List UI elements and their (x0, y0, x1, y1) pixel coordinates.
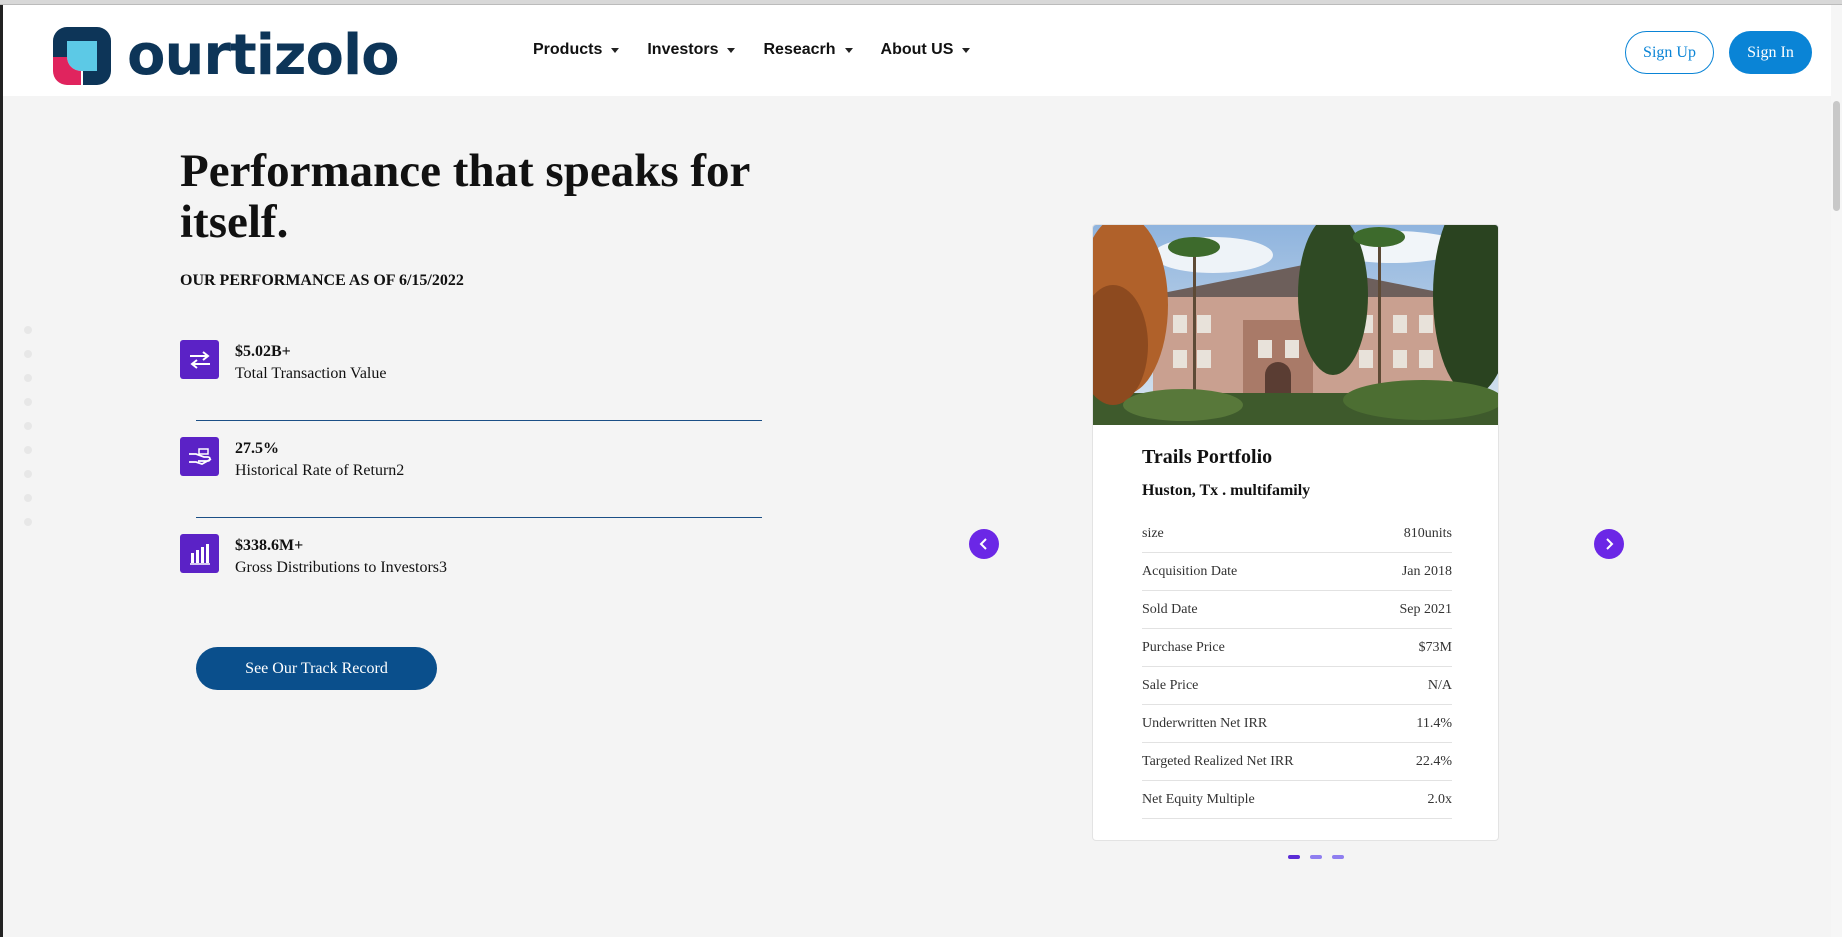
detail-row-acquisition-date: Acquisition Date Jan 2018 (1142, 553, 1452, 591)
stat-divider (196, 420, 762, 421)
nav-products-label: Products (533, 41, 603, 58)
carousel-pagination (1288, 855, 1344, 859)
main-nav: Products Investors Reseacrh About US (533, 41, 971, 59)
chevron-down-icon (962, 47, 971, 53)
stat-value: $338.6M+ (235, 537, 304, 554)
chevron-left-icon (979, 538, 987, 550)
detail-value: Jan 2018 (1401, 563, 1452, 579)
detail-label: Sold Date (1142, 601, 1198, 617)
chevron-right-icon (1606, 538, 1614, 550)
detail-row-size: size 810units (1142, 515, 1452, 553)
detail-row-purchase-price: Purchase Price $73M (1142, 629, 1452, 667)
stat-label: Historical Rate of Return2 (235, 462, 405, 479)
transfer-arrows-icon (180, 340, 219, 379)
brand-logo[interactable]: ourtizolo (53, 23, 400, 88)
chevron-down-icon (611, 47, 620, 53)
property-location: Huston, Tx . multifamily (1142, 482, 1311, 499)
decorative-dots (24, 326, 32, 526)
bar-chart-icon (180, 534, 219, 573)
nav-investors[interactable]: Investors (647, 41, 736, 59)
sign-in-button[interactable]: Sign In (1729, 31, 1812, 74)
detail-label: size (1142, 525, 1164, 541)
detail-row-sold-date: Sold Date Sep 2021 (1142, 591, 1452, 629)
detail-label: Underwritten Net IRR (1142, 715, 1268, 731)
detail-label: Targeted Realized Net IRR (1142, 753, 1294, 769)
chevron-down-icon (727, 47, 736, 53)
nav-investors-label: Investors (647, 41, 719, 58)
brand-name: ourtizolo (127, 23, 400, 88)
detail-label: Sale Price (1142, 677, 1199, 693)
detail-row-equity-multiple: Net Equity Multiple 2.0x (1142, 781, 1452, 819)
property-card[interactable]: Trails Portfolio Huston, Tx . multifamil… (1092, 224, 1499, 841)
detail-row-targeted-irr: Targeted Realized Net IRR 22.4% (1142, 743, 1452, 781)
stat-label: Gross Distributions to Investors3 (235, 559, 447, 576)
page-title: Performance that speaks for itself. (180, 145, 750, 248)
nav-products[interactable]: Products (533, 41, 620, 59)
carousel-dot-2[interactable] (1310, 855, 1322, 859)
detail-value: 2.0x (1427, 791, 1453, 807)
property-title: Trails Portfolio (1142, 446, 1273, 468)
detail-value: $73M (1418, 639, 1452, 655)
see-track-record-button[interactable]: See Our Track Record (196, 647, 437, 690)
site-header: ourtizolo Products Investors Reseacrh Ab… (3, 5, 1831, 96)
stat-value: 27.5% (235, 440, 279, 457)
detail-value: 22.4% (1415, 753, 1452, 769)
property-photo (1093, 225, 1498, 425)
detail-value: 11.4% (1416, 715, 1452, 731)
detail-row-sale-price: Sale Price N/A (1142, 667, 1452, 705)
property-details: size 810units Acquisition Date Jan 2018 So… (1142, 515, 1452, 819)
window-left-border (0, 0, 3, 937)
nav-research-label: Reseacrh (763, 41, 836, 58)
detail-value: 810units (1403, 525, 1452, 541)
stat-transaction-value: $5.02B+ Total Transaction Value (180, 340, 386, 386)
carousel-dot-3[interactable] (1332, 855, 1344, 859)
stat-label: Total Transaction Value (235, 365, 387, 382)
logo-mark-icon (53, 27, 111, 85)
scrollbar-thumb[interactable] (1833, 101, 1840, 211)
carousel-dot-1[interactable] (1288, 855, 1300, 859)
performance-date: OUR PERFORMANCE AS OF 6/15/2022 (180, 272, 464, 289)
detail-label: Acquisition Date (1142, 563, 1238, 579)
detail-value: N/A (1427, 677, 1452, 693)
carousel-prev-button[interactable] (969, 529, 999, 559)
nav-research[interactable]: Reseacrh (763, 41, 853, 59)
detail-value: Sep 2021 (1399, 601, 1453, 617)
chevron-down-icon (844, 47, 853, 53)
sign-up-button[interactable]: Sign Up (1625, 31, 1714, 74)
detail-row-underwritten-irr: Underwritten Net IRR 11.4% (1142, 705, 1452, 743)
stat-divider (196, 517, 762, 518)
nav-about[interactable]: About US (881, 41, 971, 59)
detail-label: Purchase Price (1142, 639, 1225, 655)
detail-label: Net Equity Multiple (1142, 791, 1255, 807)
hand-money-icon (180, 437, 219, 476)
nav-about-label: About US (880, 41, 954, 58)
stat-rate-of-return: 27.5% Historical Rate of Return2 (180, 437, 404, 483)
carousel-next-button[interactable] (1594, 529, 1624, 559)
stat-value: $5.02B+ (235, 343, 291, 360)
scrollbar[interactable] (1831, 5, 1842, 937)
stat-gross-distributions: $338.6M+ Gross Distributions to Investor… (180, 534, 447, 580)
